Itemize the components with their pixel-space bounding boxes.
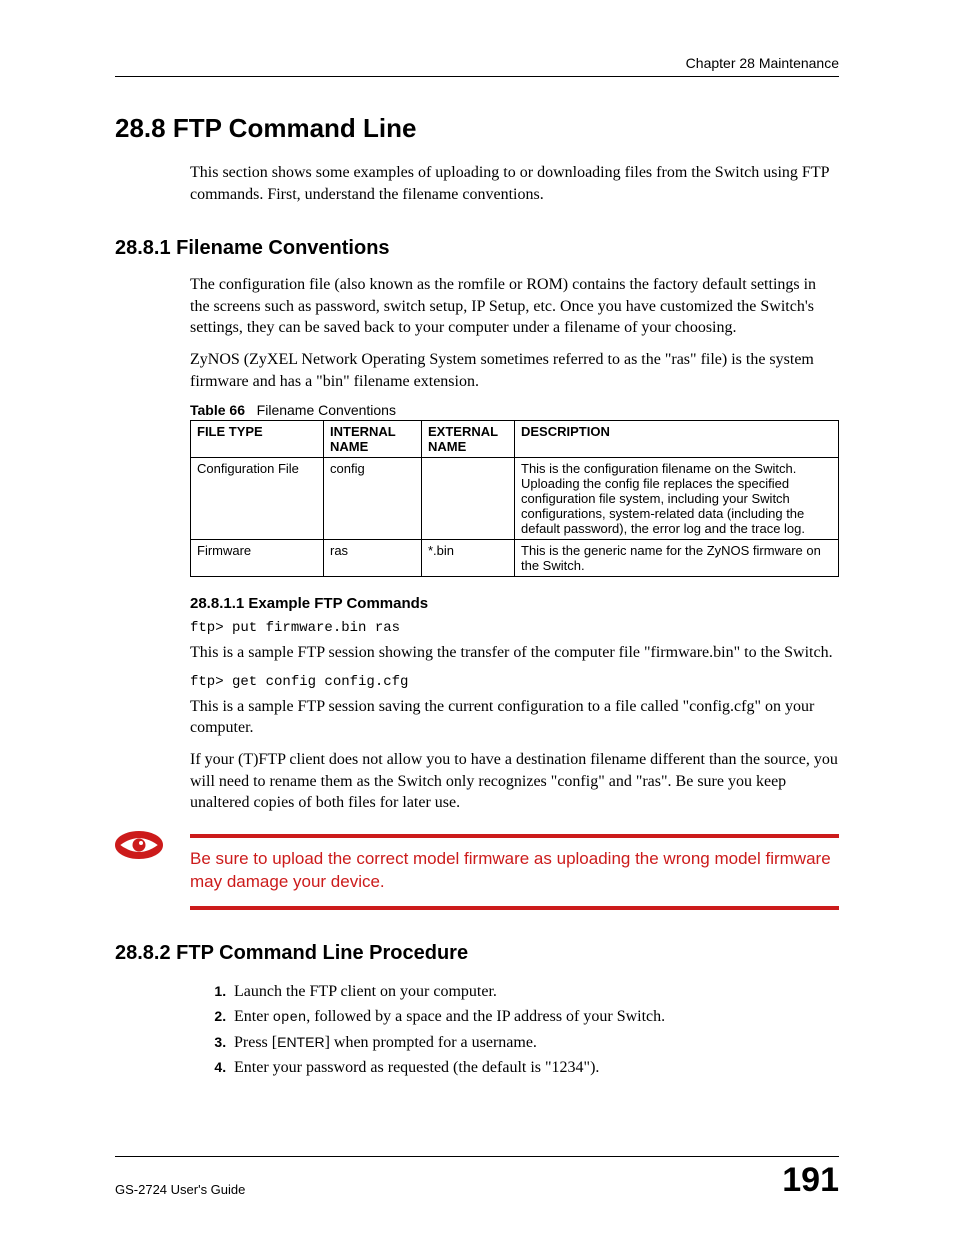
- step-4-text: Enter your password as requested (the de…: [234, 1059, 599, 1076]
- step-3-post: ] when prompted for a username.: [325, 1034, 537, 1051]
- procedure-steps: Launch the FTP client on your computer. …: [190, 979, 839, 1081]
- step-1-text: Launch the FTP client on your computer.: [234, 983, 497, 1000]
- step-2-post: , followed by a space and the IP address…: [306, 1008, 665, 1025]
- filename-conventions-p1: The configuration file (also known as th…: [190, 274, 839, 339]
- step-3-pre: Press [: [234, 1034, 277, 1051]
- warning-callout: Be sure to upload the correct model firm…: [115, 834, 839, 910]
- ftp-cmd1-desc: This is a sample FTP session showing the…: [190, 642, 839, 664]
- table-title: Filename Conventions: [257, 402, 396, 418]
- step-3: Press [ENTER] when prompted for a userna…: [230, 1030, 839, 1056]
- step-1: Launch the FTP client on your computer.: [230, 979, 839, 1005]
- td-description: This is the generic name for the ZyNOS f…: [515, 540, 839, 577]
- warning-text: Be sure to upload the correct model firm…: [190, 838, 839, 906]
- table-label: Table 66: [190, 402, 245, 418]
- td-file-type: Configuration File: [191, 458, 324, 540]
- td-description: This is the configuration filename on th…: [515, 458, 839, 540]
- ftp-cmd2-desc: This is a sample FTP session saving the …: [190, 696, 839, 739]
- section-intro: This section shows some examples of uplo…: [190, 162, 839, 205]
- td-external-name: *.bin: [422, 540, 515, 577]
- section-heading-28-8: 28.8 FTP Command Line: [115, 113, 839, 144]
- page-footer: GS-2724 User's Guide 191: [115, 1156, 839, 1197]
- table-caption: Table 66 Filename Conventions: [190, 402, 839, 418]
- th-file-type: FILE TYPE: [191, 421, 324, 458]
- td-external-name: [422, 458, 515, 540]
- td-internal-name: ras: [324, 540, 422, 577]
- subsection-heading-28-8-1: 28.8.1 Filename Conventions: [115, 237, 839, 260]
- td-file-type: Firmware: [191, 540, 324, 577]
- step-3-key: ENTER: [277, 1034, 324, 1050]
- ftp-command-1: ftp> put firmware.bin ras: [190, 620, 839, 636]
- step-2: Enter open, followed by a space and the …: [230, 1004, 839, 1030]
- table-row: Configuration File config This is the co…: [191, 458, 839, 540]
- ftp-rename-note: If your (T)FTP client does not allow you…: [190, 749, 839, 814]
- td-internal-name: config: [324, 458, 422, 540]
- page-header: Chapter 28 Maintenance: [115, 55, 839, 77]
- ftp-command-2: ftp> get config config.cfg: [190, 674, 839, 690]
- chapter-label: Chapter 28 Maintenance: [686, 55, 839, 71]
- step-4: Enter your password as requested (the de…: [230, 1055, 839, 1081]
- th-external-name: EXTERNAL NAME: [422, 421, 515, 458]
- subsection-heading-28-8-2: 28.8.2 FTP Command Line Procedure: [115, 942, 839, 965]
- filename-conventions-table: FILE TYPE INTERNAL NAME EXTERNAL NAME DE…: [190, 420, 839, 577]
- subsubsection-heading-28-8-1-1: 28.8.1.1 Example FTP Commands: [190, 595, 839, 612]
- warning-bottom-bar: [190, 906, 839, 910]
- th-internal-name: INTERNAL NAME: [324, 421, 422, 458]
- footer-guide-name: GS-2724 User's Guide: [115, 1182, 245, 1197]
- table-row: Firmware ras *.bin This is the generic n…: [191, 540, 839, 577]
- th-description: DESCRIPTION: [515, 421, 839, 458]
- filename-conventions-p2: ZyNOS (ZyXEL Network Operating System so…: [190, 349, 839, 392]
- warning-eye-icon: [115, 831, 163, 859]
- step-2-cmd: open: [273, 1010, 307, 1026]
- step-2-pre: Enter: [234, 1008, 273, 1025]
- footer-page-number: 191: [782, 1163, 839, 1197]
- table-header-row: FILE TYPE INTERNAL NAME EXTERNAL NAME DE…: [191, 421, 839, 458]
